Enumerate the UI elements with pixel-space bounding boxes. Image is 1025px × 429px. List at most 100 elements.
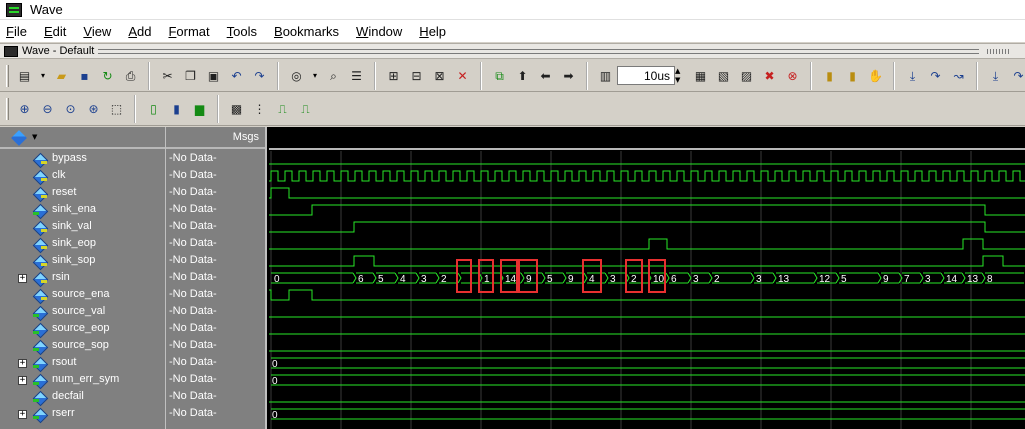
toolbar-handle[interactable] <box>6 64 9 87</box>
zoom-full-icon[interactable]: ⊙ <box>61 99 80 118</box>
simulate-icon[interactable]: ⊠ <box>430 66 449 85</box>
find-binoculars-icon[interactable]: ⌕ <box>324 66 343 85</box>
signal-row-num-err-sym[interactable]: + num_err_sym <box>0 372 165 389</box>
signal-value-row[interactable]: -No Data- <box>166 185 265 202</box>
save-icon[interactable]: ▪ <box>75 66 94 85</box>
new-file-icon[interactable]: ▤ <box>15 66 34 85</box>
chevron-down-icon[interactable]: ▼ <box>32 133 37 141</box>
cut-icon[interactable]: ✂ <box>158 66 177 85</box>
memory-icon[interactable]: ▮ <box>843 66 862 85</box>
open-folder-icon[interactable]: ▰ <box>52 66 71 85</box>
signal-value-row[interactable]: -No Data- <box>166 151 265 168</box>
step-over-icon[interactable]: ↷ <box>926 66 945 85</box>
list-icon[interactable]: ☰ <box>347 66 366 85</box>
delete-cursor-icon[interactable]: ▮ <box>167 99 186 118</box>
run-length-spinner[interactable]: ▲ ▼ <box>675 66 685 85</box>
waveform-pane[interactable]: 0 6 5 4 3 2 1 14 9 5 9 4 3 2 10 6 3 2 3 13 12 5 9 7 3 14 13 8 0 0 0 <box>269 127 1025 429</box>
copy-icon[interactable]: ❐ <box>181 66 200 85</box>
signal-row-reset[interactable]: reset <box>0 185 165 202</box>
hand-icon[interactable]: ✋ <box>866 66 885 85</box>
circle-tool-icon[interactable]: ◎ <box>287 66 306 85</box>
signal-tree-icon[interactable] <box>11 130 27 146</box>
menu-bookmarks[interactable]: Bookmarks <box>272 23 341 40</box>
stop-icon[interactable]: ⊗ <box>783 66 802 85</box>
signal-row-sink-eop[interactable]: sink_eop <box>0 236 165 253</box>
signal-value-row[interactable]: -No Data- <box>166 202 265 219</box>
forward-arrow-icon[interactable]: ➡ <box>559 66 578 85</box>
insert-cursor-icon[interactable]: ▯ <box>144 99 163 118</box>
compile-icon[interactable]: ⊞ <box>384 66 403 85</box>
redo-icon[interactable]: ↷ <box>250 66 269 85</box>
zoom-cursor-icon[interactable]: ⊛ <box>84 99 103 118</box>
performance-icon[interactable]: ▮ <box>820 66 839 85</box>
signal-value-row[interactable]: -No Data- <box>166 406 265 423</box>
expand-plus-icon[interactable]: + <box>18 376 27 385</box>
signal-row-sink-val[interactable]: sink_val <box>0 219 165 236</box>
back-arrow-icon[interactable]: ⬅ <box>536 66 555 85</box>
menu-view[interactable]: View <box>81 23 113 40</box>
new-dropdown-icon[interactable]: ▾ <box>38 66 48 85</box>
print-icon[interactable]: ⎙ <box>121 66 140 85</box>
signal-value-row[interactable]: -No Data- <box>166 219 265 236</box>
signal-value-row[interactable]: -No Data- <box>166 338 265 355</box>
signal-value-row[interactable]: -No Data- <box>166 389 265 406</box>
break-icon[interactable]: ✕ <box>453 66 472 85</box>
menu-window[interactable]: Window <box>354 23 404 40</box>
step-into-icon[interactable]: ⤓ <box>986 66 1005 85</box>
continue-icon[interactable]: ▧ <box>714 66 733 85</box>
subwindow-drag-line[interactable] <box>98 48 979 54</box>
signal-row-rsin[interactable]: + rsin <box>0 270 165 287</box>
break-sim-icon[interactable]: ✖ <box>760 66 779 85</box>
zoom-region-icon[interactable]: ⬚ <box>107 99 126 118</box>
signal-value-row[interactable]: -No Data- <box>166 270 265 287</box>
signal-row-source-eop[interactable]: source_eop <box>0 321 165 338</box>
menu-format[interactable]: Format <box>166 23 211 40</box>
signal-row-decfail[interactable]: decfail <box>0 389 165 406</box>
undo-icon[interactable]: ↶ <box>227 66 246 85</box>
signal-row-sink-ena[interactable]: sink_ena <box>0 202 165 219</box>
signal-row-sink-sop[interactable]: sink_sop <box>0 253 165 270</box>
find-falling-edge-icon[interactable]: ⎍ <box>273 99 292 118</box>
signal-value-row[interactable]: -No Data- <box>166 321 265 338</box>
signal-row-source-val[interactable]: source_val <box>0 304 165 321</box>
signal-value-row[interactable]: -No Data- <box>166 287 265 304</box>
lock-cursor-icon[interactable]: ▆ <box>190 99 209 118</box>
menu-edit[interactable]: Edit <box>42 23 68 40</box>
run-length-input[interactable]: 10us <box>617 66 675 85</box>
expand-plus-icon[interactable]: + <box>18 359 27 368</box>
signal-row-clk[interactable]: clk <box>0 168 165 185</box>
menu-help[interactable]: Help <box>417 23 448 40</box>
menu-tools[interactable]: Tools <box>225 23 259 40</box>
signal-value-row[interactable]: -No Data- <box>166 168 265 185</box>
signal-value-row[interactable]: -No Data- <box>166 253 265 270</box>
step-out-icon[interactable]: ↝ <box>949 66 968 85</box>
menu-add[interactable]: Add <box>126 23 153 40</box>
signal-row-bypass[interactable]: bypass <box>0 151 165 168</box>
run-icon[interactable]: ▦ <box>691 66 710 85</box>
signal-value-row[interactable]: -No Data- <box>166 372 265 389</box>
step-over-2-icon[interactable]: ↷ <box>1009 66 1025 85</box>
signal-row-source-ena[interactable]: source_ena <box>0 287 165 304</box>
signal-row-rserr[interactable]: + rserr <box>0 406 165 423</box>
signal-value-row[interactable]: -No Data- <box>166 355 265 372</box>
subwindow-grip[interactable] <box>987 48 1009 54</box>
up-arrow-icon[interactable]: ⬆ <box>513 66 532 85</box>
paste-icon[interactable]: ▣ <box>204 66 223 85</box>
run-all-icon[interactable]: ▨ <box>737 66 756 85</box>
step-icon[interactable]: ⤓ <box>903 66 922 85</box>
dataflow-icon[interactable]: ⧉ <box>490 66 509 85</box>
refresh-icon[interactable]: ↻ <box>98 66 117 85</box>
zoom-out-icon[interactable]: ⊖ <box>38 99 57 118</box>
menu-file[interactable]: File <box>4 23 29 40</box>
find-previous-edge-icon[interactable]: ⋮ <box>250 99 269 118</box>
expand-plus-icon[interactable]: + <box>18 410 27 419</box>
compile-all-icon[interactable]: ⊟ <box>407 66 426 85</box>
waveform-canvas[interactable]: 0 6 5 4 3 2 1 14 9 5 9 4 3 2 10 6 3 2 3 13 12 5 9 7 3 14 13 8 0 0 0 <box>269 127 1025 429</box>
run-length-icon[interactable]: ▥ <box>596 66 615 85</box>
circle-dropdown-icon[interactable]: ▾ <box>310 66 320 85</box>
toolbar-handle-2[interactable] <box>6 97 9 120</box>
signal-value-row[interactable]: -No Data- <box>166 236 265 253</box>
signal-row-source-sop[interactable]: source_sop <box>0 338 165 355</box>
zoom-in-icon[interactable]: ⊕ <box>15 99 34 118</box>
find-rising-edge-icon[interactable]: ⎍ <box>296 99 315 118</box>
